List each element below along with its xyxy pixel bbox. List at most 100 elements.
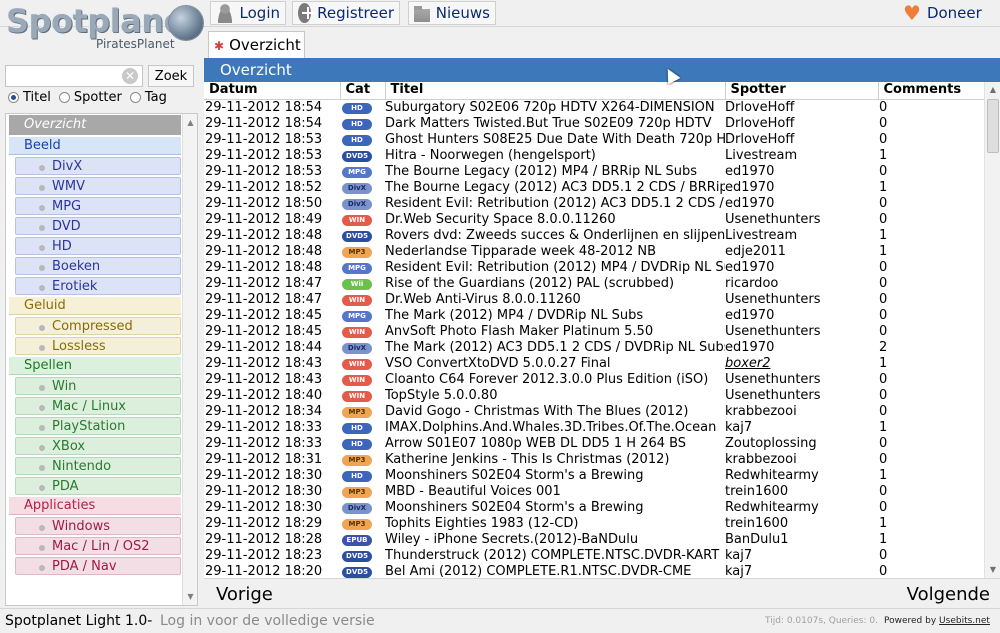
category-item-mac-lin-os2[interactable]: Mac / Lin / OS2 <box>15 537 181 555</box>
cell-spotter[interactable]: kaj7 <box>725 564 878 579</box>
cell-spotter[interactable]: DrloveHoff <box>725 116 878 132</box>
table-row[interactable]: 29-11-2012 18:53 DVD5 Hitra - Noorwegen (h… <box>204 148 984 164</box>
cell-spotter[interactable]: DrloveHoff <box>725 99 878 116</box>
donate-button[interactable]: ♥ Doneer <box>897 1 985 25</box>
cell-title[interactable]: Ghost Hunters S08E25 Due Date With Death… <box>385 132 725 148</box>
register-button[interactable]: Registreer <box>292 1 400 25</box>
column-header-spotter[interactable]: Spotter <box>725 82 879 100</box>
category-header-spellen[interactable]: Spellen <box>9 357 181 375</box>
category-item-win[interactable]: Win <box>15 377 181 395</box>
table-row[interactable]: 29-11-2012 18:52 DivX The Bourne Legacy (2… <box>204 180 984 196</box>
cell-title[interactable]: AnvSoft Photo Flash Maker Platinum 5.50 <box>385 324 725 340</box>
cell-spotter[interactable]: ed1970 <box>725 180 878 196</box>
category-item-windows[interactable]: Windows <box>15 517 181 535</box>
scroll-up-icon[interactable]: ▲ <box>988 85 998 95</box>
table-row[interactable]: 29-11-2012 18:30 MP3 MBD - Beautiful Voice… <box>204 484 984 500</box>
tab-overzicht[interactable]: ✱ Overzicht <box>208 31 305 58</box>
category-item-nintendo[interactable]: Nintendo <box>15 457 181 475</box>
table-row[interactable]: 29-11-2012 18:53 HD Ghost Hunters S08E25 D… <box>204 132 984 148</box>
cell-title[interactable]: Rovers dvd: Zweeds succes & Onderlijnen … <box>385 228 725 244</box>
cell-title[interactable]: IMAX.Dolphins.And.Whales.3D.Tribes.Of.Th… <box>385 420 725 436</box>
category-item-boeken[interactable]: Boeken <box>15 257 181 275</box>
cell-spotter[interactable]: ed1970 <box>725 196 878 212</box>
cell-title[interactable]: The Bourne Legacy (2012) AC3 DD5.1 2 CDS… <box>385 180 725 196</box>
table-row[interactable]: 29-11-2012 18:43 WIN Cloanto C64 Forever 2… <box>204 372 984 388</box>
cell-title[interactable]: Cloanto C64 Forever 2012.3.0.0 Plus Edit… <box>385 372 725 388</box>
table-row[interactable]: 29-11-2012 18:49 WIN Dr.Web Security Space… <box>204 212 984 228</box>
cell-title[interactable]: Tophits Eighties 1983 (12-CD) <box>385 516 725 532</box>
category-header-applicaties[interactable]: Applicaties <box>9 497 181 515</box>
table-row[interactable]: 29-11-2012 18:47 Wii Rise of the Guardians… <box>204 276 984 292</box>
cell-spotter[interactable]: Usenethunters <box>725 388 878 404</box>
cell-spotter[interactable]: Redwhitearmy <box>725 500 878 516</box>
table-row[interactable]: 29-11-2012 18:31 MP3 Katherine Jenkins - T… <box>204 452 984 468</box>
footer-login-hint[interactable]: Log in voor de volledige versie <box>160 613 375 629</box>
column-header-datum[interactable]: Datum <box>204 82 341 100</box>
cell-spotter[interactable]: Usenethunters <box>725 212 878 228</box>
cell-title[interactable]: Hitra - Noorwegen (hengelsport) <box>385 148 725 164</box>
search-button[interactable]: Zoek <box>148 65 194 87</box>
cell-spotter[interactable]: krabbezooi <box>725 452 878 468</box>
table-row[interactable]: 29-11-2012 18:23 DVD5 Thunderstruck (2012)… <box>204 548 984 564</box>
cell-title[interactable]: Katherine Jenkins - This Is Christmas (2… <box>385 452 725 468</box>
table-row[interactable]: 29-11-2012 18:50 DivX Resident Evil: Retri… <box>204 196 984 212</box>
cell-spotter[interactable]: krabbezooi <box>725 404 878 420</box>
table-row[interactable]: 29-11-2012 18:33 HD Arrow S01E07 1080p WEB… <box>204 436 984 452</box>
cell-title[interactable]: The Bourne Legacy (2012) MP4 / BRRip NL … <box>385 164 725 180</box>
spotter-link[interactable]: boxer2 <box>725 356 771 371</box>
table-row[interactable]: 29-11-2012 18:48 MPG Resident Evil: Retrib… <box>204 260 984 276</box>
cell-title[interactable]: Dark Matters Twisted.But True S02E09 720… <box>385 116 725 132</box>
cell-spotter[interactable]: trein1600 <box>725 484 878 500</box>
category-item-mpg[interactable]: MPG <box>15 197 181 215</box>
table-row[interactable]: 29-11-2012 18:29 MP3 Tophits Eighties 1983… <box>204 516 984 532</box>
table-row[interactable]: 29-11-2012 18:43 WIN VSO ConvertXtoDVD 5.0… <box>204 356 984 372</box>
cell-title[interactable]: Resident Evil: Retribution (2012) AC3 DD… <box>385 196 725 212</box>
table-row[interactable]: 29-11-2012 18:33 HD IMAX.Dolphins.And.Whal… <box>204 420 984 436</box>
table-row[interactable]: 29-11-2012 18:30 DivX Moonshiners S02E04 S… <box>204 500 984 516</box>
cell-title[interactable]: Nederlandse Tipparade week 48-2012 NB <box>385 244 725 260</box>
category-item-mac-linux[interactable]: Mac / Linux <box>15 397 181 415</box>
category-scrollbar[interactable]: ▲ ▼ <box>182 114 197 605</box>
table-row[interactable]: 29-11-2012 18:45 MPG The Mark (2012) MP4 /… <box>204 308 984 324</box>
table-row[interactable]: 29-11-2012 18:54 HD Suburgatory S02E06 720… <box>204 99 984 116</box>
previous-page-link[interactable]: Vorige <box>216 584 273 605</box>
cell-title[interactable]: Suburgatory S02E06 720p HDTV X264-DIMENS… <box>385 99 725 116</box>
cell-spotter[interactable]: ed1970 <box>725 164 878 180</box>
search-mode-tag[interactable]: Tag <box>129 90 167 105</box>
cell-title[interactable]: Bel Ami (2012) COMPLETE.R1.NTSC.DVDR-CME <box>385 564 725 579</box>
cell-title[interactable]: Dr.Web Anti-Virus 8.0.0.11260 <box>385 292 725 308</box>
cell-title[interactable]: Wiley - iPhone Secrets.(2012)-BaNDulu <box>385 532 725 548</box>
cell-spotter[interactable]: Usenethunters <box>725 324 878 340</box>
cell-spotter[interactable]: kaj7 <box>725 548 878 564</box>
cell-title[interactable]: TopStyle 5.0.0.80 <box>385 388 725 404</box>
category-item-compressed[interactable]: Compressed <box>15 317 181 335</box>
clear-search-icon[interactable]: ✕ <box>122 68 138 84</box>
category-item-xbox[interactable]: XBox <box>15 437 181 455</box>
cell-title[interactable]: Dr.Web Security Space 8.0.0.11260 <box>385 212 725 228</box>
cell-spotter[interactable]: Usenethunters <box>725 292 878 308</box>
cell-title[interactable]: MBD - Beautiful Voices 001 <box>385 484 725 500</box>
table-row[interactable]: 29-11-2012 18:48 DVD5 Rovers dvd: Zweeds s… <box>204 228 984 244</box>
cell-spotter[interactable]: ed1970 <box>725 340 878 356</box>
scroll-thumb[interactable] <box>987 99 999 153</box>
cell-title[interactable]: Moonshiners S02E04 Storm's a Brewing <box>385 468 725 484</box>
cell-spotter[interactable]: Usenethunters <box>725 372 878 388</box>
cell-title[interactable]: Rise of the Guardians (2012) PAL (scrubb… <box>385 276 725 292</box>
usebits-link[interactable]: Usebits.net <box>939 616 990 626</box>
cell-spotter[interactable]: Zoutoplossing <box>725 436 878 452</box>
cell-title[interactable]: Arrow S01E07 1080p WEB DL DD5 1 H 264 BS <box>385 436 725 452</box>
cell-spotter[interactable]: edje2011 <box>725 244 878 260</box>
cell-spotter[interactable]: Livestream <box>725 148 878 164</box>
table-row[interactable]: 29-11-2012 18:54 HD Dark Matters Twisted.B… <box>204 116 984 132</box>
category-header-geluid[interactable]: Geluid <box>9 297 181 315</box>
table-row[interactable]: 29-11-2012 18:40 WIN TopStyle 5.0.0.80 Usen… <box>204 388 984 404</box>
category-overzicht[interactable]: Overzicht <box>9 115 181 135</box>
cell-title[interactable]: The Mark (2012) AC3 DD5.1 2 CDS / DVDRip… <box>385 340 725 356</box>
table-row[interactable]: 29-11-2012 18:28 EPUB Wiley - iPhone Secre… <box>204 532 984 548</box>
cell-spotter[interactable]: DrloveHoff <box>725 132 878 148</box>
column-header-titel[interactable]: Titel <box>385 82 726 100</box>
cell-title[interactable]: David Gogo - Christmas With The Blues (2… <box>385 404 725 420</box>
cell-title[interactable]: Moonshiners S02E04 Storm's a Brewing <box>385 500 725 516</box>
table-row[interactable]: 29-11-2012 18:45 WIN AnvSoft Photo Flash M… <box>204 324 984 340</box>
cell-title[interactable]: Resident Evil: Retribution (2012) MP4 / … <box>385 260 725 276</box>
